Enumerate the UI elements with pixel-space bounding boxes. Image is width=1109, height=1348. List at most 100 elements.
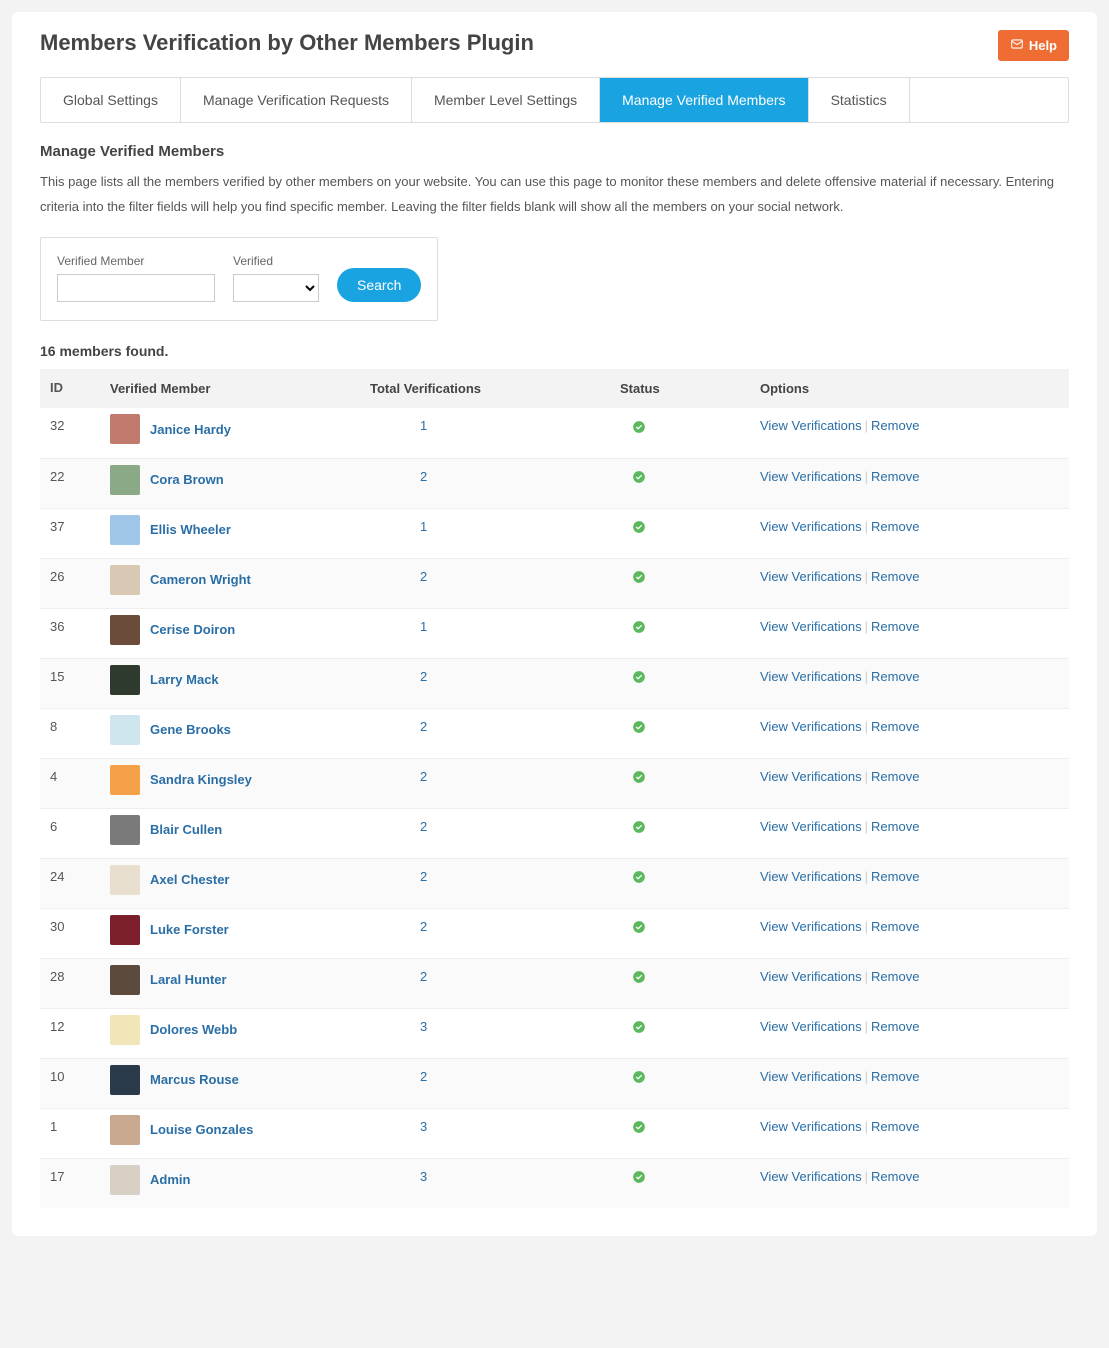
total-link[interactable]: 2 xyxy=(420,919,427,934)
view-verifications-link[interactable]: View Verifications xyxy=(760,819,862,834)
member-link[interactable]: Luke Forster xyxy=(150,922,229,937)
tab-manage-verification-requests[interactable]: Manage Verification Requests xyxy=(181,78,412,122)
member-link[interactable]: Marcus Rouse xyxy=(150,1072,239,1087)
member-link[interactable]: Dolores Webb xyxy=(150,1022,237,1037)
table-row: 8Gene Brooks2View Verifications|Remove xyxy=(40,708,1069,758)
member-link[interactable]: Cora Brown xyxy=(150,472,224,487)
view-verifications-link[interactable]: View Verifications xyxy=(760,1069,862,1084)
remove-link[interactable]: Remove xyxy=(871,519,919,534)
avatar xyxy=(110,665,140,695)
member-link[interactable]: Janice Hardy xyxy=(150,422,231,437)
total-link[interactable]: 1 xyxy=(420,418,427,433)
total-link[interactable]: 1 xyxy=(420,519,427,534)
cell-options: View Verifications|Remove xyxy=(750,508,1069,558)
total-link[interactable]: 2 xyxy=(420,869,427,884)
cell-total: 2 xyxy=(360,458,610,508)
cell-options: View Verifications|Remove xyxy=(750,808,1069,858)
cell-options: View Verifications|Remove xyxy=(750,458,1069,508)
view-verifications-link[interactable]: View Verifications xyxy=(760,869,862,884)
remove-link[interactable]: Remove xyxy=(871,819,919,834)
search-button[interactable]: Search xyxy=(337,268,421,302)
view-verifications-link[interactable]: View Verifications xyxy=(760,569,862,584)
view-verifications-link[interactable]: View Verifications xyxy=(760,469,862,484)
cell-total: 2 xyxy=(360,708,610,758)
remove-link[interactable]: Remove xyxy=(871,969,919,984)
member-link[interactable]: Cerise Doiron xyxy=(150,622,235,637)
view-verifications-link[interactable]: View Verifications xyxy=(760,969,862,984)
help-button[interactable]: Help xyxy=(998,30,1069,61)
view-verifications-link[interactable]: View Verifications xyxy=(760,1019,862,1034)
remove-link[interactable]: Remove xyxy=(871,869,919,884)
total-link[interactable]: 2 xyxy=(420,769,427,784)
cell-member: Cameron Wright xyxy=(100,558,360,608)
member-link[interactable]: Axel Chester xyxy=(150,872,229,887)
remove-link[interactable]: Remove xyxy=(871,769,919,784)
view-verifications-link[interactable]: View Verifications xyxy=(760,669,862,684)
total-link[interactable]: 2 xyxy=(420,969,427,984)
view-verifications-link[interactable]: View Verifications xyxy=(760,919,862,934)
member-link[interactable]: Louise Gonzales xyxy=(150,1122,253,1137)
view-verifications-link[interactable]: View Verifications xyxy=(760,1119,862,1134)
cell-options: View Verifications|Remove xyxy=(750,408,1069,458)
member-link[interactable]: Larry Mack xyxy=(150,672,219,687)
tab-statistics[interactable]: Statistics xyxy=(809,78,910,122)
table-row: 22Cora Brown2View Verifications|Remove xyxy=(40,458,1069,508)
remove-link[interactable]: Remove xyxy=(871,719,919,734)
member-link[interactable]: Admin xyxy=(150,1172,190,1187)
filter-member-input[interactable] xyxy=(57,274,215,302)
cell-status xyxy=(610,958,750,1008)
remove-link[interactable]: Remove xyxy=(871,669,919,684)
total-link[interactable]: 2 xyxy=(420,719,427,734)
check-circle-icon xyxy=(632,520,646,534)
total-link[interactable]: 1 xyxy=(420,619,427,634)
results-count: 16 members found. xyxy=(40,343,1069,359)
cell-total: 2 xyxy=(360,908,610,958)
view-verifications-link[interactable]: View Verifications xyxy=(760,619,862,634)
check-circle-icon xyxy=(632,470,646,484)
total-link[interactable]: 2 xyxy=(420,1069,427,1084)
total-link[interactable]: 3 xyxy=(420,1119,427,1134)
member-link[interactable]: Gene Brooks xyxy=(150,722,231,737)
tab-global-settings[interactable]: Global Settings xyxy=(41,78,181,122)
view-verifications-link[interactable]: View Verifications xyxy=(760,719,862,734)
member-link[interactable]: Cameron Wright xyxy=(150,572,251,587)
member-link[interactable]: Ellis Wheeler xyxy=(150,522,231,537)
remove-link[interactable]: Remove xyxy=(871,1119,919,1134)
total-link[interactable]: 2 xyxy=(420,669,427,684)
view-verifications-link[interactable]: View Verifications xyxy=(760,1169,862,1184)
remove-link[interactable]: Remove xyxy=(871,469,919,484)
remove-link[interactable]: Remove xyxy=(871,569,919,584)
check-circle-icon xyxy=(632,870,646,884)
remove-link[interactable]: Remove xyxy=(871,1169,919,1184)
total-link[interactable]: 2 xyxy=(420,819,427,834)
total-link[interactable]: 2 xyxy=(420,569,427,584)
remove-link[interactable]: Remove xyxy=(871,1069,919,1084)
total-link[interactable]: 3 xyxy=(420,1019,427,1034)
cell-status xyxy=(610,858,750,908)
table-row: 4Sandra Kingsley2View Verifications|Remo… xyxy=(40,758,1069,808)
remove-link[interactable]: Remove xyxy=(871,619,919,634)
cell-total: 2 xyxy=(360,1058,610,1108)
remove-link[interactable]: Remove xyxy=(871,1019,919,1034)
th-total: Total Verifications xyxy=(360,369,610,408)
th-id: ID xyxy=(40,369,100,408)
tab-member-level-settings[interactable]: Member Level Settings xyxy=(412,78,600,122)
total-link[interactable]: 2 xyxy=(420,469,427,484)
remove-link[interactable]: Remove xyxy=(871,919,919,934)
avatar xyxy=(110,965,140,995)
avatar xyxy=(110,915,140,945)
total-link[interactable]: 3 xyxy=(420,1169,427,1184)
filter-verified-label: Verified xyxy=(233,254,319,268)
tab-manage-verified-members[interactable]: Manage Verified Members xyxy=(600,78,808,122)
view-verifications-link[interactable]: View Verifications xyxy=(760,519,862,534)
cell-total: 2 xyxy=(360,658,610,708)
filter-verified-select[interactable] xyxy=(233,274,319,302)
member-link[interactable]: Sandra Kingsley xyxy=(150,772,252,787)
members-table: ID Verified Member Total Verifications S… xyxy=(40,369,1069,1208)
view-verifications-link[interactable]: View Verifications xyxy=(760,418,862,433)
member-link[interactable]: Laral Hunter xyxy=(150,972,227,987)
view-verifications-link[interactable]: View Verifications xyxy=(760,769,862,784)
cell-member: Janice Hardy xyxy=(100,408,360,458)
remove-link[interactable]: Remove xyxy=(871,418,919,433)
member-link[interactable]: Blair Cullen xyxy=(150,822,222,837)
